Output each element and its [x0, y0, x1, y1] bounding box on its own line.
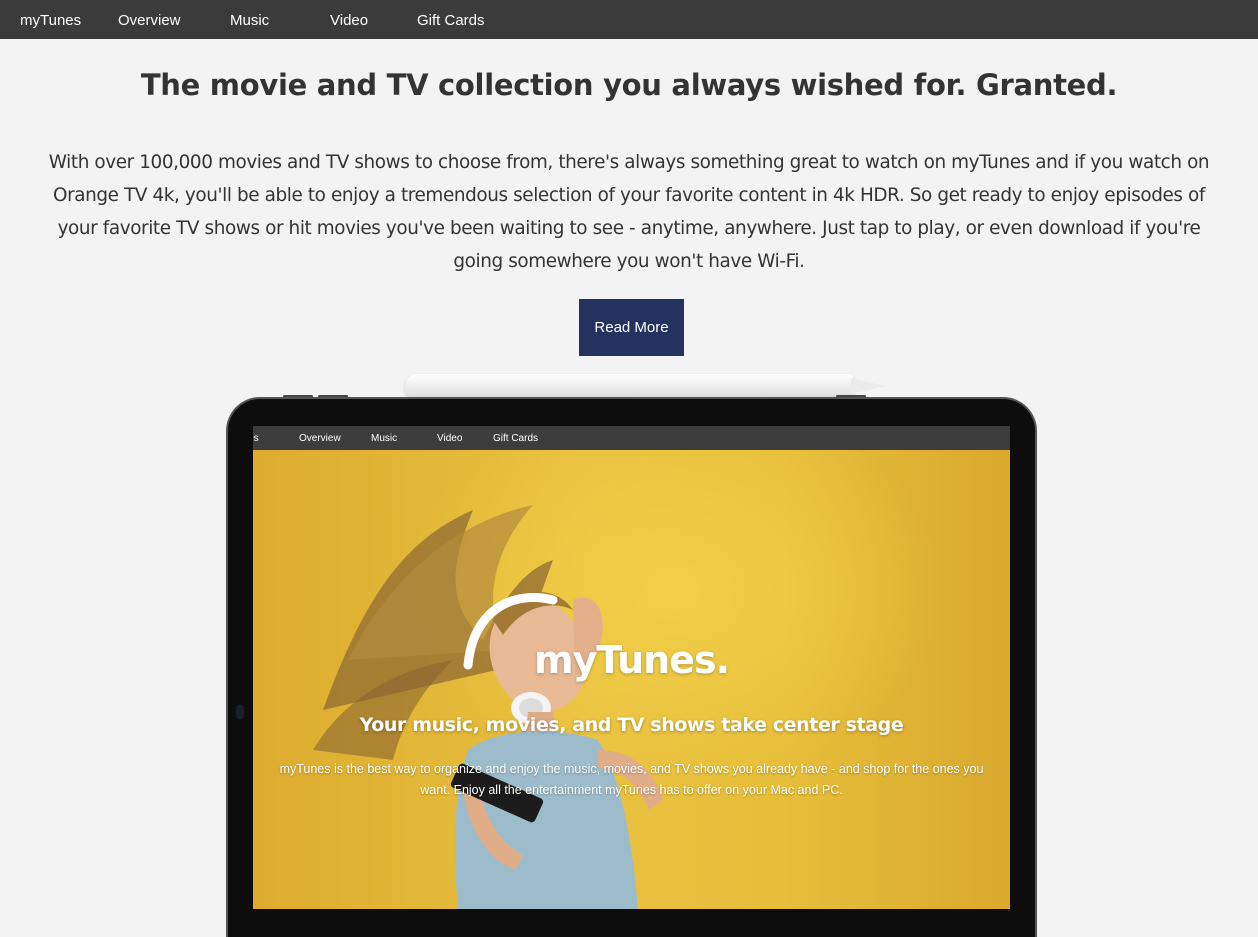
page-headline: The movie and TV collection you always w…: [140, 68, 1118, 102]
intro-paragraph: With over 100,000 movies and TV shows to…: [48, 152, 1210, 272]
nav-item-video[interactable]: Video: [330, 0, 368, 39]
hero-banner: myTunes. Your music, movies, and TV show…: [253, 450, 1010, 909]
tablet-screen: unes Overview Music Video Gift Cards: [253, 426, 1010, 909]
screen-nav: unes Overview Music Video Gift Cards: [253, 426, 1010, 450]
nav-brand-link[interactable]: myTunes: [20, 0, 81, 39]
screen-nav-item-video: Video: [437, 433, 463, 444]
hero-body-text: myTunes is the best way to organize and …: [279, 762, 984, 797]
stylus-tip: [851, 378, 885, 394]
hero-subtitle: Your music, movies, and TV shows take ce…: [359, 714, 904, 736]
read-more-button[interactable]: Read More: [579, 299, 684, 356]
front-camera-icon: [236, 705, 244, 719]
screen-nav-item-gift-cards: Gift Cards: [493, 433, 539, 444]
nav-item-overview[interactable]: Overview: [118, 0, 181, 39]
screen-nav-item-overview: Overview: [299, 433, 341, 444]
nav-item-gift-cards[interactable]: Gift Cards: [417, 0, 485, 39]
nav-item-music[interactable]: Music: [230, 0, 269, 39]
top-nav: myTunes Overview Music Video Gift Cards: [0, 0, 1258, 39]
screen-nav-item-music: Music: [371, 433, 398, 444]
screen-nav-brand: unes: [253, 433, 259, 444]
stylus-pencil-image: [405, 374, 853, 399]
hero-title: myTunes.: [533, 638, 730, 682]
